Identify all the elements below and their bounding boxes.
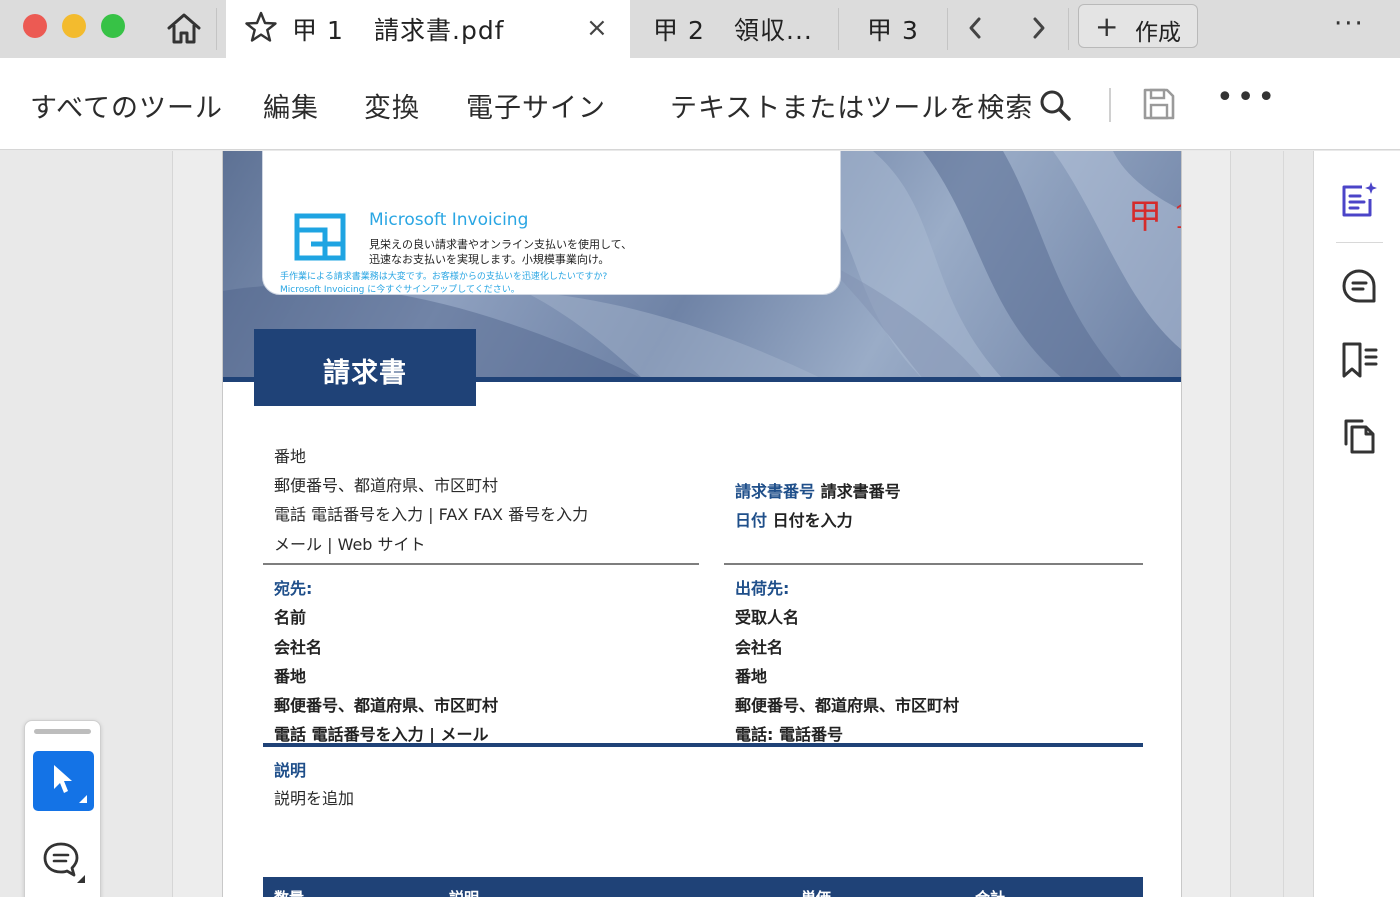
- tab-scroll-forward-button[interactable]: [1030, 14, 1048, 48]
- cursor-arrow-icon: [54, 765, 87, 803]
- bookmark-list-icon[interactable]: [1340, 341, 1378, 379]
- invoice-number-row: 請求書番号 請求書番号: [735, 478, 901, 502]
- plus-icon: +: [1095, 10, 1119, 43]
- tab-scroll-back-button[interactable]: [966, 14, 984, 48]
- col-unit-price: 単価: [801, 887, 831, 897]
- convert-menu[interactable]: 変換: [364, 86, 420, 125]
- promo-line-2: 迅速なお支払いを実現します。小規模事業向け。: [369, 253, 610, 266]
- tab-3[interactable]: 甲 3: [840, 0, 946, 58]
- description-value: 説明を追加: [274, 789, 355, 808]
- divider: [724, 563, 1143, 565]
- tab-active-invoice[interactable]: 甲 1 請求書.pdf ×: [226, 0, 630, 58]
- invoice-number-value: 請求書番号: [820, 482, 901, 501]
- invoice-title-box: 請求書: [254, 329, 476, 406]
- invoice-date-value: 日付を入力: [772, 511, 853, 530]
- line-items-header: 数量 説明 単価 合計: [263, 877, 1143, 897]
- promo-title: Microsoft Invoicing: [369, 210, 529, 230]
- ship-to-street: 番地: [735, 667, 768, 686]
- bill-to-street: 番地: [274, 667, 307, 686]
- tab-divider: [216, 8, 217, 50]
- ship-to-heading: 出荷先:: [735, 579, 790, 598]
- tab-more-button[interactable]: ···: [1334, 9, 1365, 39]
- ship-to-postal: 郵便番号、都道府県、市区町村: [735, 696, 960, 715]
- bill-to-heading: 宛先:: [274, 579, 313, 598]
- sender-phone: 電話 電話番号を入力 | FAX FAX 番号を入力: [274, 505, 589, 524]
- sidebar-divider: [1336, 242, 1383, 243]
- home-icon: [167, 13, 201, 44]
- edit-menu[interactable]: 編集: [263, 86, 319, 125]
- sender-street: 番地: [274, 447, 307, 466]
- section-rule: [263, 743, 1143, 747]
- toolbar-divider: [1109, 88, 1111, 122]
- create-label: 作成: [1135, 20, 1181, 46]
- promo-note-2: Microsoft Invoicing に今すぐサインアップしてください。: [280, 285, 520, 295]
- search-icon[interactable]: [1038, 88, 1072, 122]
- tab-title: 領収...: [734, 16, 813, 45]
- right-sidebar: [1313, 151, 1400, 897]
- quick-tools-palette: [24, 720, 101, 897]
- palette-drag-handle[interactable]: [34, 729, 91, 734]
- esign-menu[interactable]: 電子サイン: [466, 86, 606, 125]
- window-close-button[interactable]: [23, 14, 47, 38]
- tab-receipt[interactable]: 甲 2 領収...: [632, 0, 838, 58]
- star-icon[interactable]: [244, 10, 278, 44]
- promo-note-1: 手作業による請求書業務は大変です。お客様からの支払いを迅速化したいですか?: [280, 272, 608, 282]
- copy-pages-icon[interactable]: [1340, 417, 1378, 455]
- tab-divider: [1068, 8, 1069, 50]
- col-description: 説明: [449, 887, 479, 897]
- invoice-date-label: 日付: [735, 511, 768, 530]
- col-quantity: 数量: [274, 887, 304, 897]
- search-input[interactable]: テキストまたはツールを検索: [670, 86, 1033, 125]
- document-viewport[interactable]: Microsoft Invoicing 見栄えの良い請求書やオンライン支払いを使…: [0, 151, 1313, 897]
- comment-icon: [43, 842, 85, 883]
- bill-to-contact: 電話 電話番号を入力 | メール: [274, 725, 489, 744]
- chevron-left-icon: [969, 17, 981, 39]
- tab-divider: [838, 8, 839, 50]
- all-tools-menu[interactable]: すべてのツール: [30, 86, 223, 125]
- tab-title: 請求書.pdf: [374, 16, 505, 45]
- promo-card[interactable]: Microsoft Invoicing 見栄えの良い請求書やオンライン支払いを使…: [262, 151, 841, 295]
- invoice-date-row: 日付 日付を入力: [735, 507, 853, 531]
- browser-tab-bar: 甲 1 請求書.pdf × 甲 2 領収... 甲 3 + 作成 ···: [0, 0, 1400, 58]
- ship-to-company: 会社名: [735, 638, 784, 657]
- tab-prefix: 甲 3: [867, 16, 919, 45]
- create-button[interactable]: + 作成: [1078, 4, 1198, 48]
- page-stamp: 甲 1: [1128, 197, 1181, 237]
- divider: [263, 563, 699, 565]
- sender-postal: 郵便番号、都道府県、市区町村: [274, 476, 499, 495]
- window-minimize-button[interactable]: [62, 14, 86, 38]
- pdf-page: Microsoft Invoicing 見栄えの良い請求書やオンライン支払いを使…: [222, 151, 1182, 897]
- invoicing-logo-icon: [294, 213, 346, 261]
- chevron-right-icon: [1033, 17, 1045, 39]
- tab-prefix: 甲 2: [653, 16, 705, 45]
- toolbar-more-button[interactable]: •••: [1216, 80, 1278, 115]
- bill-to-postal: 郵便番号、都道府県、市区町村: [274, 696, 499, 715]
- tab-prefix: 甲 1: [292, 16, 344, 45]
- tab-close-button[interactable]: ×: [586, 13, 608, 43]
- col-total: 合計: [975, 887, 1005, 897]
- comments-panel-icon[interactable]: [1340, 267, 1378, 305]
- tab-divider: [947, 8, 948, 50]
- home-button[interactable]: [162, 9, 206, 47]
- promo-line-1: 見栄えの良い請求書やオンライン支払いを使用して、: [369, 238, 633, 251]
- scroll-track: [1283, 151, 1284, 897]
- window-zoom-button[interactable]: [101, 14, 125, 38]
- ship-to-contact: 電話: 電話番号: [735, 725, 843, 744]
- bill-to-company: 会社名: [274, 638, 323, 657]
- ai-assistant-icon[interactable]: [1340, 181, 1378, 219]
- ship-to-name: 受取人名: [735, 608, 800, 627]
- comment-tool-button[interactable]: [41, 839, 87, 889]
- invoice-title: 請求書: [323, 358, 407, 389]
- sender-email: メール | Web サイト: [274, 535, 426, 554]
- save-icon[interactable]: [1142, 87, 1176, 121]
- description-heading: 説明: [274, 761, 307, 780]
- bill-to-name: 名前: [274, 608, 307, 627]
- select-tool-button[interactable]: [33, 751, 94, 811]
- invoice-number-label: 請求書番号: [735, 482, 816, 501]
- main-toolbar: すべてのツール 編集 変換 電子サイン テキストまたはツールを検索 •••: [0, 58, 1400, 150]
